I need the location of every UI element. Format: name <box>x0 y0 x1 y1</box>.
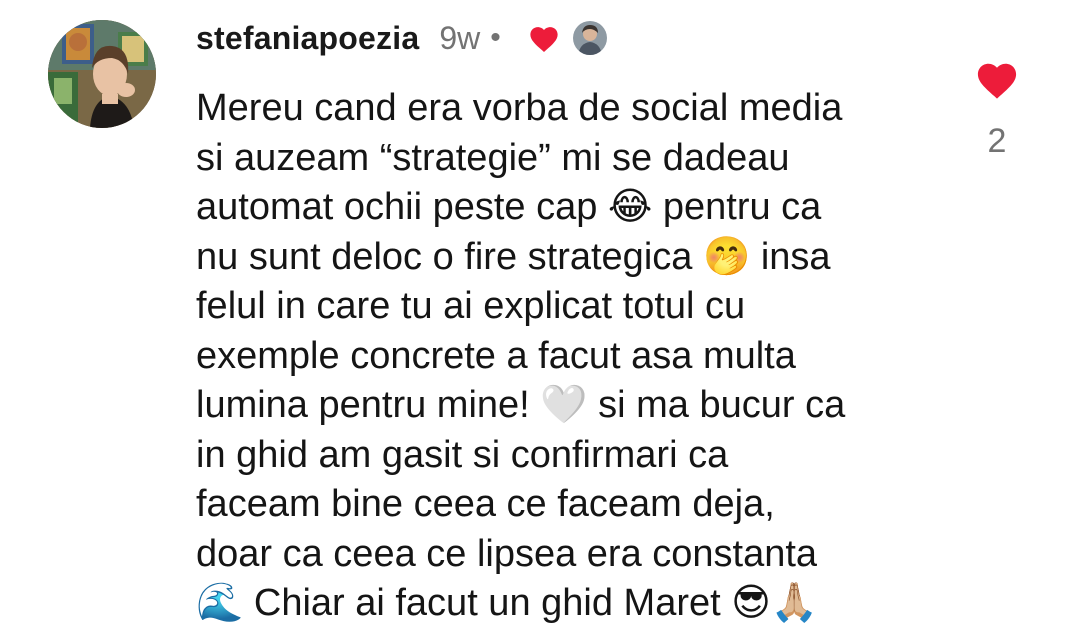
comment-header: stefaniapoezia 9w • <box>196 16 607 60</box>
comment: stefaniapoezia 9w • Mereu cand era vorba… <box>0 0 1080 632</box>
author-avatar <box>572 21 607 55</box>
username[interactable]: stefaniapoezia <box>196 20 419 57</box>
comment-text: Mereu cand era vorba de social media si … <box>196 87 846 624</box>
heart-icon <box>977 63 1017 99</box>
separator-dot: • <box>490 21 501 54</box>
like-count[interactable]: 2 <box>970 122 1024 161</box>
like-column: 2 <box>970 58 1024 161</box>
heart-icon <box>527 23 561 53</box>
avatar[interactable] <box>48 20 156 128</box>
timestamp: 9w <box>439 19 481 56</box>
like-button[interactable] <box>973 58 1021 100</box>
